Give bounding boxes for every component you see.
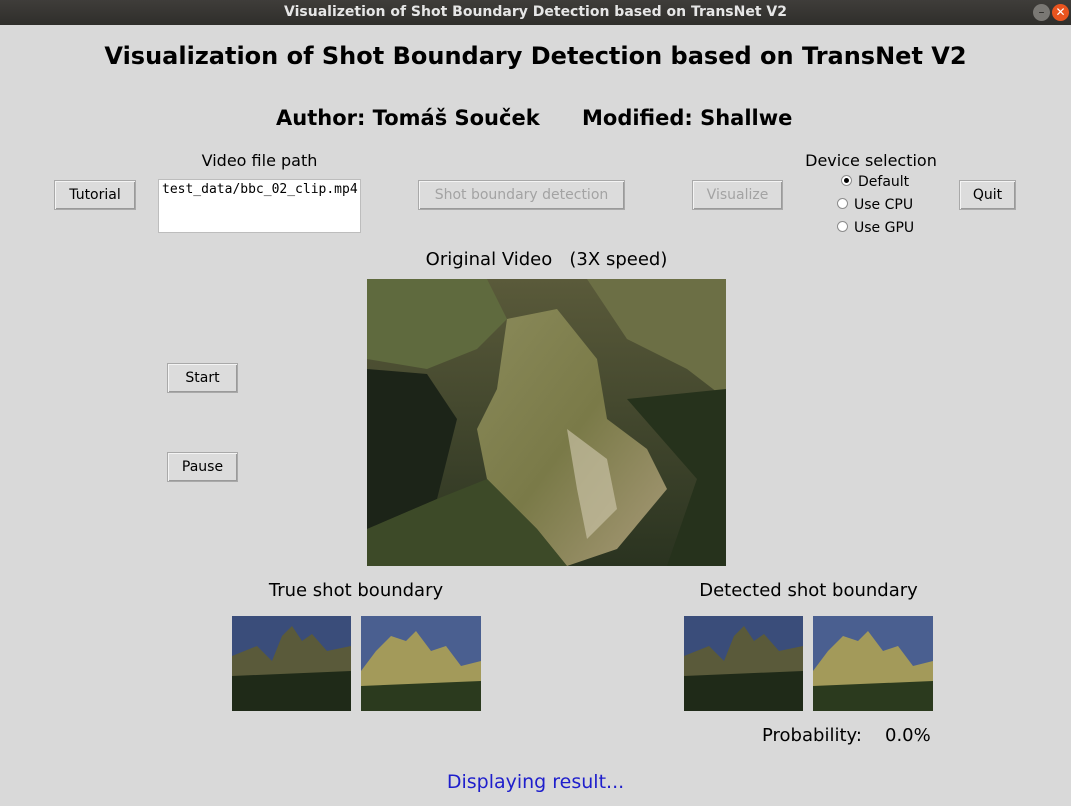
- device-radio-default[interactable]: Default: [841, 174, 909, 190]
- radio-unselected-icon: [837, 197, 848, 209]
- probability-value: 0.0%: [885, 725, 931, 746]
- device-option-label: Default: [858, 174, 910, 190]
- device-option-label: Use GPU: [854, 220, 915, 236]
- close-icon[interactable]: ✕: [1052, 4, 1069, 21]
- probability-label: Probability:: [762, 725, 862, 746]
- start-button[interactable]: Start: [167, 363, 238, 393]
- app-title: Visualization of Shot Boundary Detection…: [104, 42, 967, 70]
- video-path-label: Video file path: [201, 151, 318, 170]
- device-option-label: Use CPU: [854, 197, 914, 213]
- quit-button[interactable]: Quit: [959, 180, 1016, 210]
- window-title: Visualizetion of Shot Boundary Detection…: [284, 4, 787, 20]
- true-boundary-frame-before: [232, 616, 351, 711]
- video-path-input[interactable]: test_data/bbc_02_clip.mp4: [158, 179, 361, 233]
- tutorial-button[interactable]: Tutorial: [54, 180, 136, 210]
- video-caption: Original Video (3X speed): [425, 249, 668, 270]
- modified-label: Modified: Shallwe: [582, 106, 793, 130]
- pause-button[interactable]: Pause: [167, 452, 238, 482]
- video-frame: [367, 279, 726, 566]
- author-label: Author: Tomáš Souček: [276, 106, 540, 130]
- window-titlebar: Visualizetion of Shot Boundary Detection…: [0, 0, 1071, 25]
- radio-unselected-icon: [837, 220, 848, 232]
- device-radio-gpu[interactable]: Use GPU: [837, 220, 914, 236]
- true-boundary-label: True shot boundary: [268, 580, 444, 601]
- true-boundary-frame-after: [361, 616, 481, 711]
- visualize-button[interactable]: Visualize: [692, 180, 783, 210]
- detected-boundary-label: Detected shot boundary: [699, 580, 918, 601]
- device-selection-label: Device selection: [805, 151, 937, 170]
- device-radio-cpu[interactable]: Use CPU: [837, 197, 913, 213]
- status-message: Displaying result...: [446, 771, 625, 793]
- detected-boundary-frame-before: [684, 616, 803, 711]
- minimize-icon[interactable]: –: [1033, 4, 1050, 21]
- shot-boundary-detection-button[interactable]: Shot boundary detection: [418, 180, 625, 210]
- radio-selected-icon: [841, 174, 852, 186]
- detected-boundary-frame-after: [813, 616, 933, 711]
